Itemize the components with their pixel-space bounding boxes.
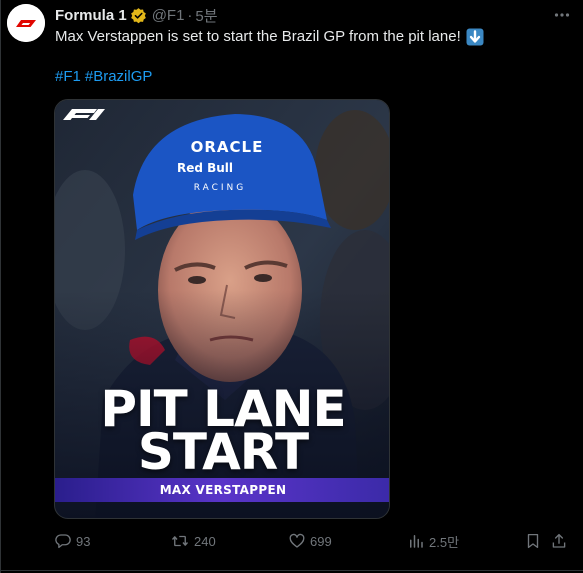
retweet-button[interactable]: 240 (170, 530, 216, 552)
driver-name-bar: MAX VERSTAPPEN (55, 478, 389, 502)
views-button[interactable]: 2.5만 (407, 530, 459, 552)
left-divider (0, 0, 1, 573)
like-count: 699 (310, 533, 332, 549)
reply-count: 93 (76, 533, 91, 549)
tweet-header: Formula 1 @F1 · 5분 (55, 5, 218, 25)
tweet-image[interactable]: ORACLE Red Bull RACING PIT LANE START MA… (54, 99, 390, 519)
bookmark-button[interactable] (524, 530, 546, 552)
cap-racing-text: RACING (194, 183, 247, 193)
down-arrow-emoji-icon (466, 28, 484, 46)
views-count: 2.5만 (429, 534, 460, 550)
hashtag-f1[interactable]: #F1 (55, 68, 81, 85)
f1-avatar-logo-icon (7, 4, 45, 42)
retweet-icon (171, 535, 189, 547)
action-bar: 93 240 699 2.5만 (52, 530, 572, 552)
cap-redbull-text: Red Bull (177, 161, 233, 175)
headline-line-2: START (137, 423, 309, 481)
reply-icon (55, 534, 71, 549)
share-button[interactable] (550, 530, 572, 552)
separator-dot: · (187, 6, 193, 24)
like-icon (289, 533, 305, 548)
bottom-divider (0, 570, 583, 571)
share-icon (552, 533, 566, 548)
reply-button[interactable]: 93 (54, 530, 90, 552)
tweet-card[interactable]: Formula 1 @F1 · 5분 Max Verstappen is set… (0, 0, 583, 573)
views-icon (410, 535, 423, 548)
retweet-count: 240 (194, 533, 216, 549)
display-name[interactable]: Formula 1 (55, 7, 127, 24)
more-horizontal-icon[interactable] (551, 4, 573, 26)
verified-gold-badge-icon[interactable] (130, 7, 147, 24)
hashtag-list: #F1 #BrazilGP (55, 67, 156, 87)
avatar[interactable] (7, 4, 45, 42)
bookmark-icon (527, 533, 539, 549)
f1-logo-icon (63, 107, 107, 126)
tweet-text: Max Verstappen is set to start the Brazi… (55, 27, 484, 47)
hashtag-brazilgp[interactable]: #BrazilGP (85, 68, 153, 85)
cap-oracle-text: ORACLE (191, 138, 264, 156)
tweet-body: Max Verstappen is set to start the Brazi… (55, 28, 461, 45)
author-handle[interactable]: @F1 (152, 7, 185, 24)
like-button[interactable]: 699 (288, 530, 332, 552)
tweet-timestamp[interactable]: 5분 (195, 5, 217, 26)
